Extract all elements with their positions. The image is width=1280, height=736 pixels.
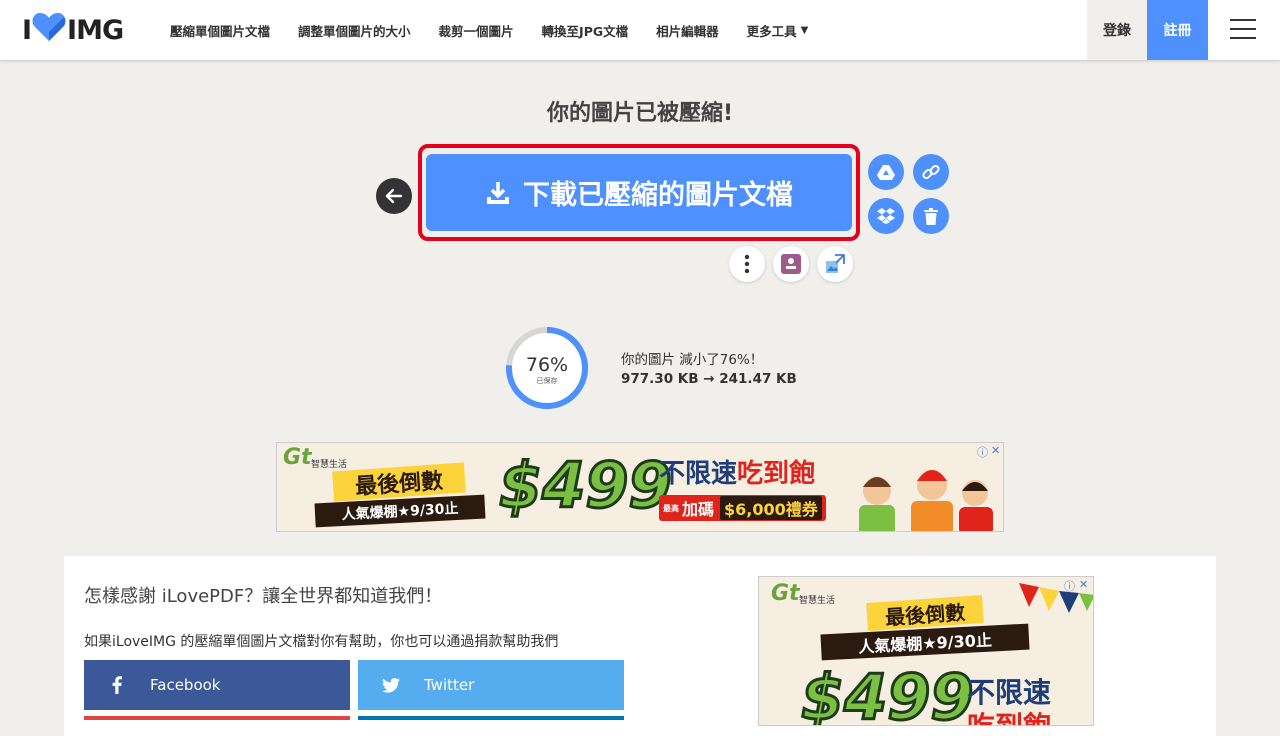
logo-text-left: I — [22, 14, 32, 46]
caret-down-icon: ▼ — [800, 24, 809, 36]
dropbox-button[interactable] — [868, 198, 904, 234]
ad-banner-top[interactable]: Gt 智慧生活 最後倒數 人氣爆棚★9/30止 $499 不限速吃到飽 最高 加碼… — [276, 442, 1004, 532]
size-comparison: 977.30 KB → 241.47 KB — [621, 371, 797, 387]
download-label: 下載已壓縮的圖片文檔 — [523, 180, 793, 211]
ad2-brand: Gt — [771, 581, 800, 606]
thanks-title: 怎樣感謝 iLovePDF？讓全世界都知道我們！ — [84, 586, 443, 607]
twitter-share-button[interactable]: Twitter — [358, 660, 624, 710]
dropbox-icon — [877, 208, 895, 224]
twitter-label: Twitter — [424, 676, 475, 694]
logo-text-right: IMG — [67, 14, 124, 46]
more-tools-label: 更多工具 — [746, 23, 797, 39]
ad-bonus-c: $6,000禮券 — [720, 496, 822, 520]
nav-compress[interactable]: 壓縮單個圖片文檔 — [170, 21, 270, 40]
download-button[interactable]: 下載已壓縮的圖片文檔 — [426, 154, 852, 231]
nav-crop[interactable]: 裁剪一個圖片 — [439, 21, 514, 40]
watermark-button[interactable] — [773, 246, 809, 282]
logo[interactable]: I IMG — [22, 12, 124, 49]
google-drive-icon — [877, 165, 895, 180]
google-drive-button[interactable] — [868, 154, 904, 190]
ad-close-icon[interactable]: ✕ — [991, 444, 1000, 457]
reduction-text: 你的圖片 減小了76%！ — [621, 352, 764, 368]
download-icon — [487, 181, 509, 204]
ad-price: $499 — [498, 448, 674, 524]
thanks-text: 如果iLoveIMG 的壓縮單個圖片文檔對你有幫助，你也可以通過捐款幫助我們 — [84, 634, 559, 650]
nav-resize[interactable]: 調整單個圖片的大小 — [298, 21, 411, 40]
savings-percent: 76% — [525, 354, 569, 376]
facebook-icon — [84, 676, 150, 694]
nav-more-tools[interactable]: 更多工具 ▼ — [747, 21, 809, 40]
ad-unlimited: 不限速吃到飽 — [659, 453, 815, 490]
next-share-button-red[interactable] — [84, 716, 350, 720]
pdf-stamp-icon — [781, 254, 801, 274]
ad-banner-side[interactable]: Gt 智慧生活 最後倒數 人氣爆棚★9/30止 $499 不限速 吃到飽 ⓘ ✕ — [758, 576, 1094, 726]
nav-photo-editor[interactable]: 相片編輯器 — [656, 21, 719, 40]
ad-info-icon[interactable]: ⓘ — [977, 444, 988, 460]
ad-brand: Gt — [283, 445, 312, 470]
ad-eat-text: 吃到飽 — [737, 459, 816, 489]
copy-link-button[interactable] — [913, 154, 949, 190]
ad2-price: $499 — [800, 660, 976, 726]
more-vertical-icon — [744, 254, 750, 274]
back-button[interactable] — [376, 178, 412, 214]
signup-button[interactable]: 註冊 — [1147, 0, 1208, 60]
ad2-banner-bottom-text: 人氣爆棚★9/30止 — [820, 623, 1030, 661]
ad2-info-icon[interactable]: ⓘ — [1064, 578, 1075, 594]
facebook-share-button[interactable]: Facebook — [84, 660, 350, 710]
ad-bonus: 最高 加碼 $6,000禮券 — [659, 495, 826, 521]
ad-bonus-b: 加碼 — [682, 500, 715, 519]
download-highlight: 下載已壓縮的圖片文檔 — [418, 144, 860, 241]
main-nav: 壓縮單個圖片文檔 調整單個圖片的大小 裁剪一個圖片 轉換至JPG文檔 相片編輯器… — [170, 0, 836, 60]
twitter-icon — [358, 677, 424, 693]
link-icon — [922, 164, 940, 180]
page-title: 你的圖片已被壓縮! — [546, 101, 734, 126]
ad2-banner-top-text: 最後倒數 — [866, 594, 984, 632]
savings-label: 已保存 — [536, 377, 558, 385]
nav-convert-jpg[interactable]: 轉換至JPG文檔 — [542, 21, 629, 40]
arrow-left-icon — [385, 188, 403, 204]
next-share-button-blue[interactable] — [358, 716, 624, 720]
ad-bonus-a: 最高 — [663, 503, 679, 513]
ad-brand-sub: 智慧生活 — [311, 460, 348, 470]
top-header: I IMG 壓縮單個圖片文檔 調整單個圖片的大小 裁剪一個圖片 轉換至JPG文檔… — [0, 0, 1280, 60]
facebook-label: Facebook — [150, 676, 221, 694]
ad-unlimited-text: 不限速 — [659, 459, 738, 489]
ad-people-illustration — [859, 470, 993, 531]
heart-icon — [31, 12, 67, 49]
resize-image-button[interactable] — [817, 246, 853, 282]
image-resize-icon — [826, 254, 845, 273]
more-options-button[interactable] — [729, 246, 765, 282]
ad2-brand-sub: 智慧生活 — [799, 596, 836, 606]
delete-button[interactable] — [913, 198, 949, 234]
ad2-eat-text: 吃到飽 — [967, 705, 1051, 725]
menu-icon[interactable] — [1230, 19, 1256, 41]
trash-icon — [924, 207, 938, 225]
login-button[interactable]: 登錄 — [1087, 0, 1147, 60]
ad2-close-icon[interactable]: ✕ — [1079, 578, 1088, 591]
